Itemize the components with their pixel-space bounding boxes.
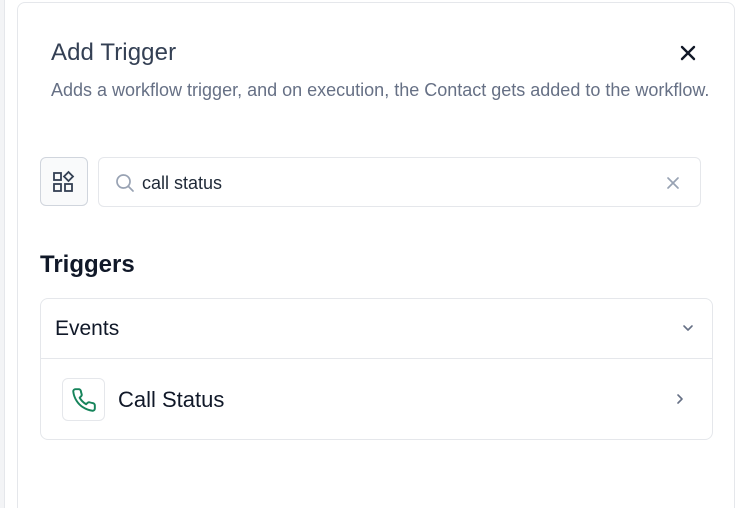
search-field — [98, 157, 701, 207]
group-title: Events — [55, 317, 120, 340]
dialog-title: Add Trigger — [51, 39, 177, 66]
category-filter-button[interactable] — [40, 157, 88, 206]
clear-search-icon[interactable] — [665, 175, 681, 191]
chevron-right-icon — [677, 394, 683, 404]
trigger-item-icon-box — [62, 378, 105, 421]
dialog-description: Adds a workflow trigger, and on executio… — [51, 80, 710, 100]
close-button[interactable] — [674, 39, 702, 67]
background-panel-edge — [0, 0, 5, 508]
trigger-item-label: Call Status — [118, 387, 225, 412]
phone-icon — [71, 387, 96, 412]
add-trigger-drawer: Add Trigger Adds a workflow trigger, and… — [17, 2, 735, 508]
chevron-down-icon — [683, 325, 693, 331]
trigger-group-events: Events Call Status — [40, 298, 713, 440]
search-input[interactable] — [142, 170, 642, 196]
trigger-item-call-status[interactable]: Call Status — [41, 360, 712, 440]
triggers-heading: Triggers — [40, 251, 135, 278]
close-icon — [680, 45, 696, 61]
group-header-events[interactable]: Events — [41, 299, 712, 359]
search-icon — [116, 174, 134, 192]
apps-shapes-icon — [53, 170, 75, 192]
